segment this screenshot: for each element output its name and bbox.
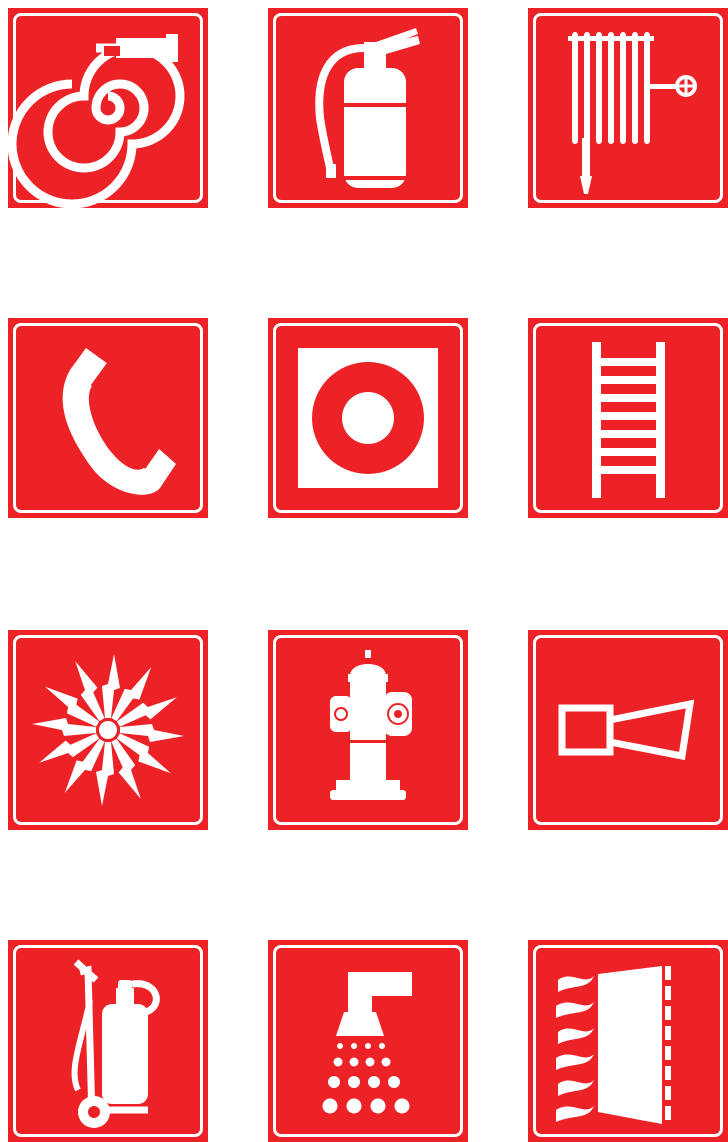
sign-sprinkler xyxy=(268,940,468,1142)
fire-ladder-icon xyxy=(528,318,728,518)
sign-fire-hose-reel xyxy=(8,8,208,208)
fire-hydrant-icon xyxy=(268,630,468,830)
fire-alarm-horn-icon xyxy=(528,630,728,830)
sign-fire-alarm-horn xyxy=(528,630,728,830)
sign-emergency-telephone xyxy=(8,318,208,518)
sign-wheeled-fire-extinguisher xyxy=(8,940,208,1142)
sign-fire-ladder xyxy=(528,318,728,518)
fire-door-icon xyxy=(528,940,728,1142)
fire-hose-rack-icon xyxy=(528,8,728,208)
fire-alarm-activation-icon xyxy=(8,630,208,830)
wheeled-fire-extinguisher-icon xyxy=(8,940,208,1142)
sign-fire-hose-rack xyxy=(528,8,728,208)
safety-sign-sheet xyxy=(0,0,728,1142)
sign-fire-alarm-activation xyxy=(8,630,208,830)
sign-fire-alarm-call-point xyxy=(268,318,468,518)
fire-alarm-call-point-icon xyxy=(268,318,468,518)
fire-hose-reel-icon xyxy=(8,8,208,208)
sprinkler-icon xyxy=(268,940,468,1142)
fire-extinguisher-icon xyxy=(268,8,468,208)
sign-fire-hydrant xyxy=(268,630,468,830)
emergency-telephone-icon xyxy=(8,318,208,518)
sign-fire-door xyxy=(528,940,728,1142)
sign-fire-extinguisher xyxy=(268,8,468,208)
